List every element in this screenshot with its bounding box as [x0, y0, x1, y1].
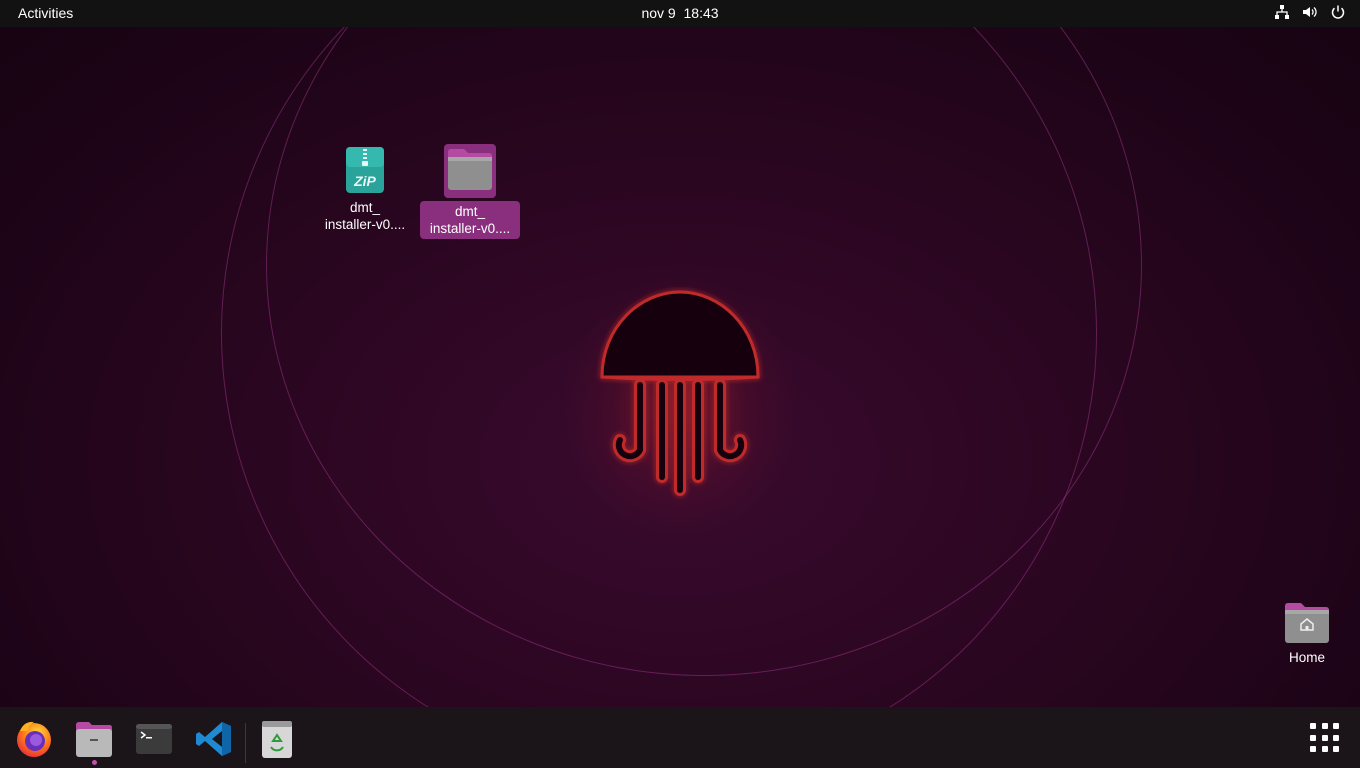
svg-text:ZiP: ZiP [353, 173, 376, 189]
label-line-1: dmt_ [454, 204, 485, 219]
trash-icon [262, 721, 292, 758]
firefox-icon [17, 721, 51, 757]
home-folder-icon [1285, 603, 1329, 643]
activities-button[interactable]: Activities [18, 5, 73, 21]
desktop-item-folder[interactable]: dmt_ installer-v0.... [420, 144, 520, 239]
top-bar: Activities nov 9 18:43 [0, 0, 1360, 27]
desktop-item-label: dmt_ installer-v0.... [420, 201, 520, 239]
show-applications-icon[interactable] [1310, 723, 1340, 753]
dock-separator [245, 723, 246, 763]
dock-firefox[interactable] [12, 717, 56, 761]
wallpaper [0, 27, 1360, 707]
dock-terminal[interactable] [132, 717, 176, 761]
jellyfish-logo [600, 290, 760, 496]
dock [0, 707, 1360, 768]
desktop-item-zip[interactable]: ZiP dmt_ installer-v0.... [315, 146, 415, 235]
volume-icon[interactable] [1302, 4, 1318, 20]
desktop-item-label: Home [1288, 650, 1325, 665]
power-icon[interactable] [1330, 4, 1346, 20]
desktop-item-home[interactable]: Home [1257, 600, 1357, 668]
running-indicator [92, 760, 97, 765]
desktop-item-label: dmt_ installer-v0.... [315, 197, 415, 235]
network-icon[interactable] [1274, 4, 1290, 20]
terminal-icon [136, 724, 172, 754]
dock-files[interactable] [72, 717, 116, 761]
clock: nov 9 18:43 [0, 5, 1360, 21]
vscode-icon [196, 722, 231, 756]
clock-button[interactable]: nov 9 18:43 [641, 5, 718, 21]
files-icon [76, 722, 112, 757]
folder-icon [448, 149, 492, 190]
label-line-2: installer-v0.... [324, 217, 406, 232]
zip-archive-icon: ZiP [346, 147, 384, 193]
dock-trash[interactable] [255, 717, 299, 761]
system-tray[interactable] [1274, 4, 1346, 20]
dock-vscode[interactable] [192, 717, 236, 761]
label-line-2: installer-v0.... [429, 221, 511, 236]
label-line-1: dmt_ [349, 200, 380, 215]
